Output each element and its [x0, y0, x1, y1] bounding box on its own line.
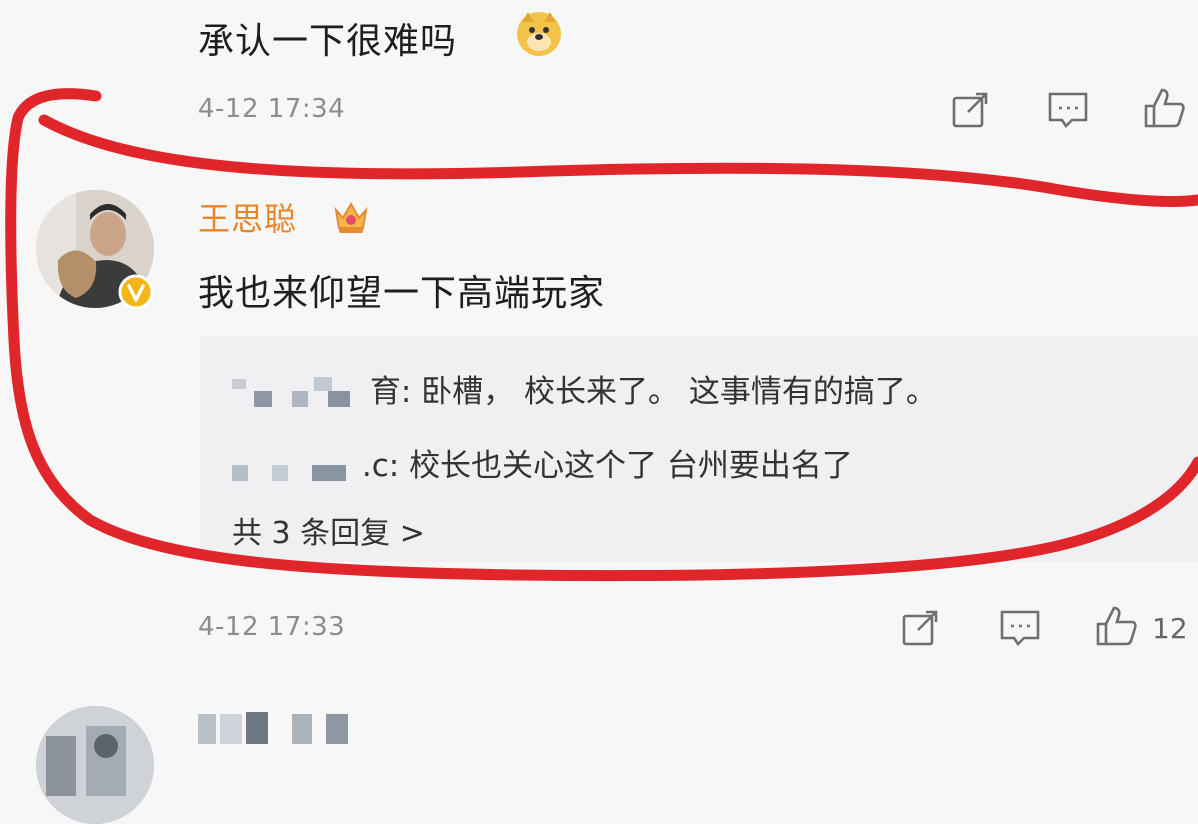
red-annotation-circle: [5, 88, 1198, 582]
